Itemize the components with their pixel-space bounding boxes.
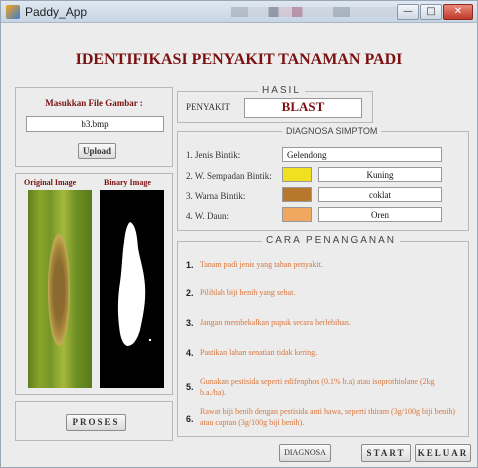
step-number: 6.: [186, 414, 194, 424]
cara-panel: CARA PENANGANAN 1. Tanam padi jenis yang…: [177, 235, 469, 437]
step-number: 1.: [186, 260, 194, 270]
proses-panel: PROSES: [15, 401, 173, 441]
keluar-button[interactable]: KELUAR: [415, 444, 471, 462]
step-text: Gunakan pestisida seperti edifenphos (0.…: [200, 377, 435, 397]
step-number: 4.: [186, 348, 194, 358]
minimize-button[interactable]: —: [397, 4, 419, 20]
penyakit-result: BLAST: [244, 98, 362, 118]
step-number: 3.: [186, 318, 194, 328]
start-button[interactable]: START: [361, 444, 411, 462]
warna-daun-value: Oren: [318, 207, 442, 222]
lesion-spot: [48, 234, 70, 346]
jenis-bintik-value: Gelendong: [282, 147, 442, 162]
diagnosa-panel: DIAGNOSA SIMPTOM 1. Jenis Bintik: Gelend…: [177, 126, 469, 231]
jenis-bintik-label: 1. Jenis Bintik:: [186, 150, 241, 160]
warna-bintik-label: 3. Warna Bintik:: [186, 191, 246, 201]
step-number: 5.: [186, 382, 194, 392]
proses-button[interactable]: PROSES: [66, 414, 126, 431]
sempadan-bintik-label: 2. W. Sempadan Bintik:: [186, 171, 272, 181]
diagnosa-button[interactable]: DIAGNOSA: [279, 444, 331, 462]
step-text: Tanam padi jenis yang tahan penyakit.: [200, 260, 323, 269]
warna-daun-label: 4. W. Daun:: [186, 211, 230, 221]
file-panel: Masukkan File Gambar : b3.bmp Upload: [15, 87, 173, 167]
close-button[interactable]: ✕: [443, 4, 473, 20]
title-bar: Paddy_App — □ ✕: [1, 1, 477, 23]
sempadan-color-swatch: [282, 167, 312, 182]
binary-image-label: Binary Image: [104, 178, 151, 187]
step-number: 2.: [186, 288, 194, 298]
titlebar-toolbar: [231, 7, 401, 17]
image-panel: Original Image Binary Image: [15, 173, 173, 395]
warna-bintik-value: coklat: [318, 187, 442, 202]
binary-mask: [117, 222, 152, 346]
sempadan-bintik-value: Kuning: [318, 167, 442, 182]
diagnosa-title: DIAGNOSA SIMPTOM: [282, 126, 382, 136]
window-title: Paddy_App: [25, 5, 88, 19]
cara-title: CARA PENANGANAN: [262, 235, 401, 246]
step-text: Pastikan lahan senatian tidak kering.: [200, 348, 318, 357]
step-text: Rawat biji benih dengan pestisida anti h…: [200, 407, 456, 427]
binary-image: [100, 190, 164, 388]
warna-bintik-color-swatch: [282, 187, 312, 202]
step-text: Pilihlah biji benih yang sehat.: [200, 288, 296, 297]
original-image-label: Original Image: [24, 178, 77, 187]
file-label: Masukkan File Gambar :: [45, 98, 143, 108]
hasil-panel: HASIL PENYAKIT BLAST: [177, 85, 373, 123]
penyakit-label: PENYAKIT: [186, 102, 230, 112]
app-title: IDENTIFIKASI PENYAKIT TANAMAN PADI: [75, 51, 403, 68]
upload-button[interactable]: Upload: [78, 143, 116, 159]
warna-daun-color-swatch: [282, 207, 312, 222]
original-image: [28, 190, 92, 388]
step-text: Jangan membekalkan pupuk secara berlebih…: [200, 318, 351, 327]
hasil-title: HASIL: [258, 85, 305, 96]
filename-field[interactable]: b3.bmp: [26, 116, 164, 132]
app-window: Paddy_App — □ ✕ IDENTIFIKASI PENYAKIT TA…: [0, 0, 478, 468]
app-icon: [6, 5, 20, 19]
maximize-button[interactable]: □: [420, 4, 442, 20]
